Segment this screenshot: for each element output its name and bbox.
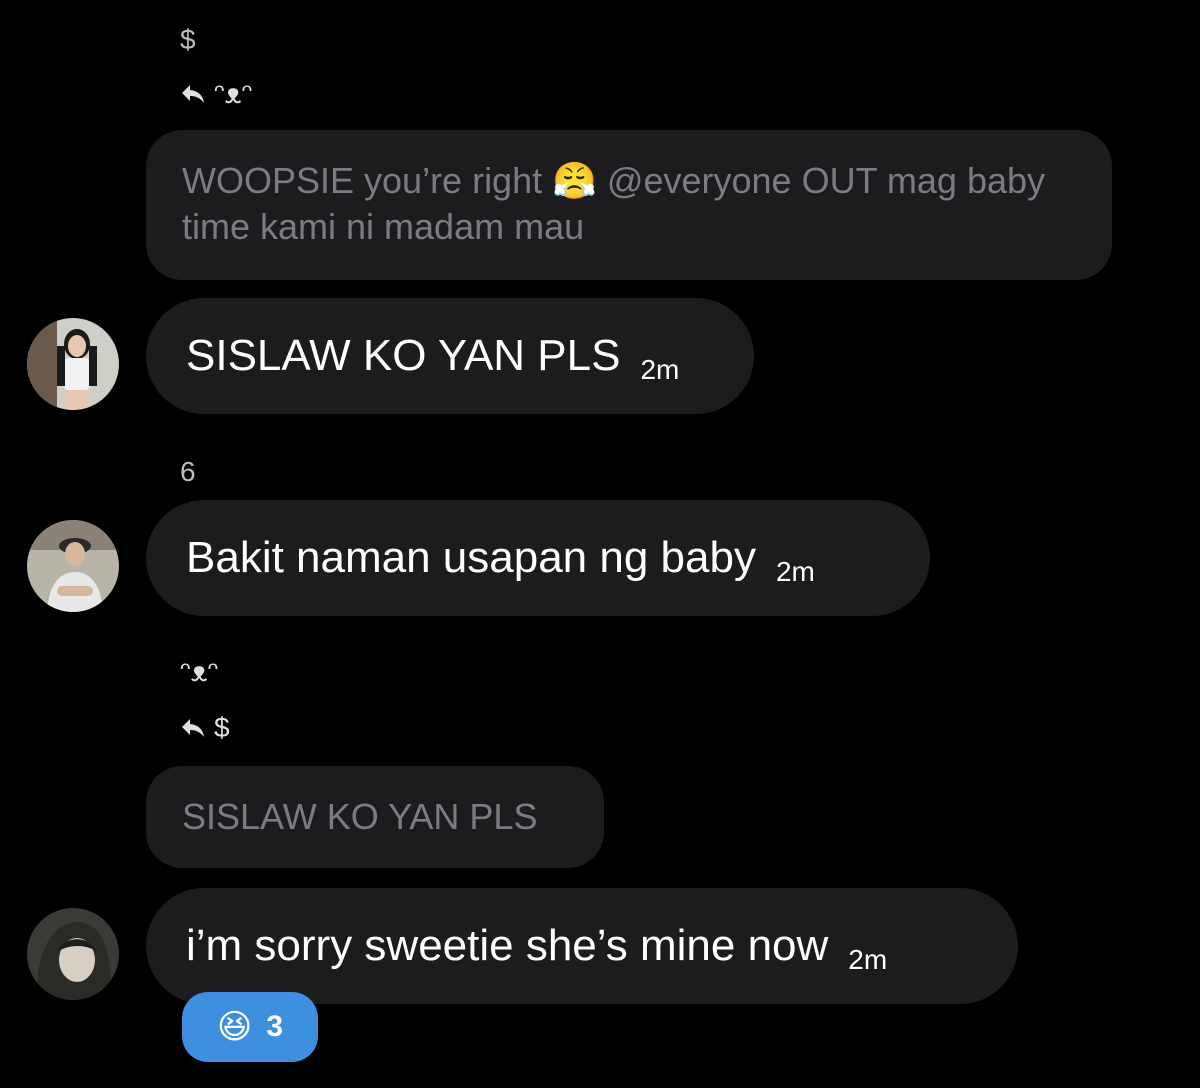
message-text: SISLAW KO YAN PLS [186,331,621,380]
message-text: i’m sorry sweetie she’s mine now [186,921,829,970]
avatar-photo [27,908,119,1000]
reply-author-name: $ [180,24,196,55]
reply-arrow-icon [182,719,204,737]
quoted-message[interactable]: WOOPSIE you’re right 😤 @everyone OUT mag… [146,130,1112,280]
avatar-photo [27,318,119,410]
message-bubble[interactable]: Bakit naman usapan ng baby 2m [146,500,930,616]
quoted-message[interactable]: SISLAW KO YAN PLS [146,766,604,868]
reply-indicator: ᵔᴥᵔ [180,78,252,110]
message-bubble[interactable]: i’m sorry sweetie she’s mine now 2m [146,888,1018,1004]
avatar-photo [27,520,119,612]
message-timestamp: 2m [640,354,680,385]
reaction-pill[interactable]: 😆 3 [182,992,318,1062]
replied-to-name: ᵔᴥᵔ [214,78,253,109]
avatar[interactable] [27,520,119,612]
sender-name: 6 [180,456,196,487]
laughing-emoji-icon: 😆 [216,1007,253,1047]
message-timestamp: 2m [775,556,815,587]
reaction-count: 3 [266,1010,284,1043]
avatar[interactable] [27,908,119,1000]
message-timestamp: 2m [848,944,888,975]
reply-arrow-icon [182,85,204,103]
message-text: Bakit naman usapan ng baby [186,533,756,582]
sender-name: ᵔᴥᵔ [180,656,219,687]
reply-indicator: $ [180,712,230,744]
replied-to-name: $ [214,712,230,743]
avatar[interactable] [27,318,119,410]
message-bubble[interactable]: SISLAW KO YAN PLS 2m [146,298,754,414]
